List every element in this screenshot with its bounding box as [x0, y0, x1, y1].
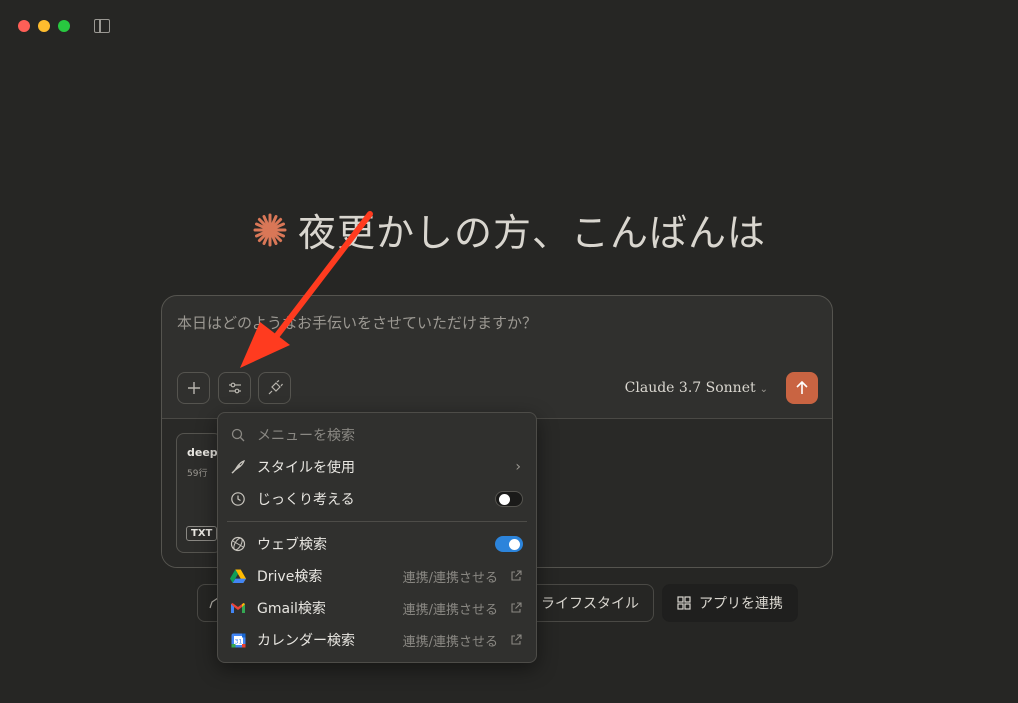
- suggestion-label: アプリを連携: [699, 596, 783, 612]
- google-calendar-icon: 31: [229, 631, 247, 649]
- search-icon: [229, 426, 247, 444]
- menu-item-label: じっくり考える: [257, 492, 355, 508]
- integrations-button[interactable]: [258, 372, 291, 404]
- chevron-right-icon: ›: [515, 459, 521, 475]
- external-link-icon: [510, 631, 522, 650]
- sidebar-toggle-icon[interactable]: [94, 19, 110, 33]
- tools-menu: メニューを検索 スタイルを使用 › じっくり考える ウェブ検索 Drive検索 …: [217, 412, 537, 663]
- prompt-input[interactable]: 本日はどのようなお手伝いをさせていただけますか？: [177, 312, 537, 333]
- greeting-text: 夜更かしの方、こんばんは: [297, 211, 766, 255]
- menu-item-label: ウェブ検索: [257, 537, 327, 553]
- attachment-card[interactable]: deep- 59行 TXT: [176, 433, 222, 553]
- attachment-type-badge: TXT: [186, 526, 218, 541]
- send-button[interactable]: [786, 372, 818, 404]
- menu-item-label: Gmail検索: [257, 601, 326, 617]
- connect-link[interactable]: 連携/連携させる: [403, 599, 498, 618]
- clock-icon: [229, 490, 247, 508]
- attachment-lines: 59行: [187, 469, 208, 479]
- menu-item-label: スタイルを使用: [257, 460, 355, 476]
- menu-search-input[interactable]: メニューを検索: [257, 425, 355, 445]
- connect-apps-button[interactable]: アプリを連携: [662, 584, 798, 622]
- add-attachment-button[interactable]: [177, 372, 210, 404]
- maximize-window-button[interactable]: [58, 20, 70, 32]
- chevron-down-icon: ⌄: [759, 384, 768, 395]
- menu-search[interactable]: メニューを検索: [218, 420, 536, 450]
- menu-item-web-search[interactable]: ウェブ検索: [218, 529, 536, 559]
- close-window-button[interactable]: [18, 20, 30, 32]
- menu-item-gmail[interactable]: Gmail検索 連携/連携させる: [218, 593, 536, 623]
- external-link-icon: [510, 599, 522, 618]
- plus-icon: [187, 382, 200, 394]
- menu-divider: [227, 521, 527, 522]
- connect-link[interactable]: 連携/連携させる: [403, 567, 498, 586]
- connect-link[interactable]: 連携/連携させる: [403, 631, 498, 650]
- claude-spark-icon: [253, 213, 287, 246]
- menu-item-label: Drive検索: [257, 569, 323, 585]
- greeting: 夜更かしの方、こんばんは: [0, 202, 1018, 257]
- globe-icon: [229, 535, 247, 553]
- external-link-icon: [510, 567, 522, 586]
- extended-thinking-toggle[interactable]: [495, 491, 523, 507]
- google-drive-icon: [229, 567, 247, 585]
- menu-item-label: カレンダー検索: [257, 633, 355, 649]
- tools-menu-button[interactable]: [218, 372, 251, 404]
- menu-item-calendar[interactable]: 31 カレンダー検索 連携/連携させる: [218, 625, 536, 655]
- arrow-up-icon: [796, 380, 808, 394]
- apps-grid-icon: [677, 596, 691, 610]
- menu-item-style[interactable]: スタイルを使用 ›: [218, 452, 536, 482]
- svg-text:31: 31: [234, 638, 242, 645]
- sliders-icon: [228, 382, 241, 394]
- menu-item-drive[interactable]: Drive検索 連携/連携させる: [218, 561, 536, 591]
- menu-item-extended-thinking[interactable]: じっくり考える: [218, 484, 536, 514]
- suggestion-label: ライフスタイル: [541, 596, 639, 612]
- model-name: Claude 3.7 Sonnet: [624, 380, 756, 396]
- gmail-icon: [229, 599, 247, 617]
- suggestion-chip-lifestyle[interactable]: ライフスタイル: [520, 584, 654, 622]
- web-search-toggle[interactable]: [495, 536, 523, 552]
- window-controls: [18, 20, 70, 32]
- feather-pen-icon: [229, 458, 247, 476]
- minimize-window-button[interactable]: [38, 20, 50, 32]
- model-selector[interactable]: Claude 3.7 Sonnet ⌄: [625, 380, 768, 396]
- plug-icon: [268, 380, 283, 395]
